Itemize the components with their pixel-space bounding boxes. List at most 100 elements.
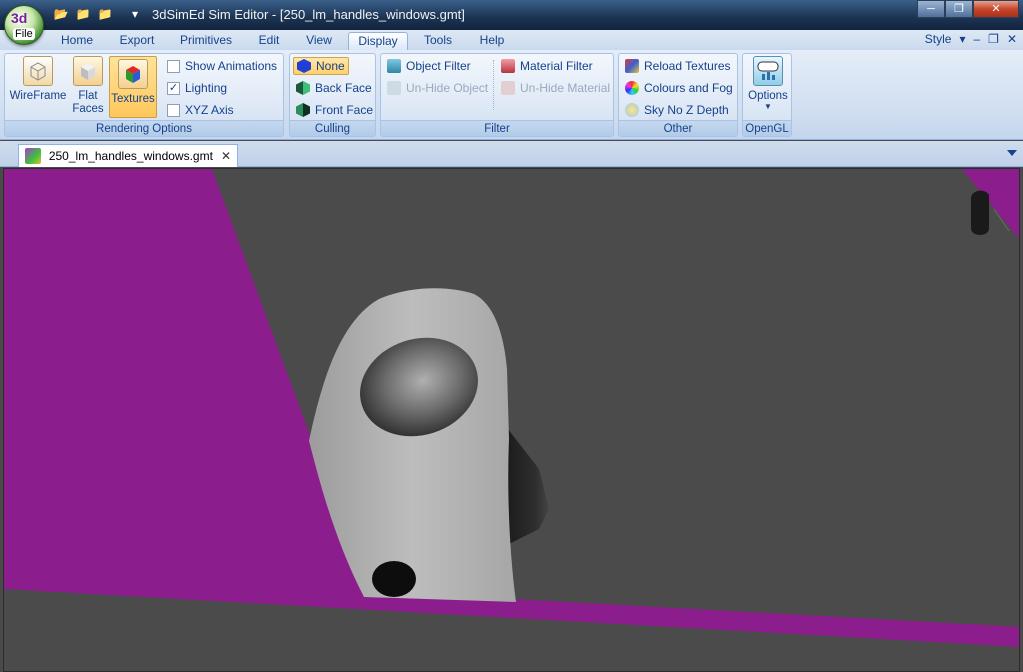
ribbon-restore-icon[interactable]: ❐ bbox=[988, 32, 999, 46]
group-label-culling: Culling bbox=[290, 120, 375, 136]
app-logo-icon: 3d bbox=[11, 10, 28, 26]
handle-hole bbox=[372, 561, 416, 597]
options-dropdown-icon: ▼ bbox=[764, 102, 772, 111]
style-area: Style ▾ – ❐ ✕ bbox=[925, 32, 1017, 46]
lighting-checkbox[interactable]: ✓ Lighting bbox=[167, 79, 227, 97]
tab-list-dropdown-icon[interactable] bbox=[1007, 150, 1017, 156]
tab-export[interactable]: Export bbox=[112, 32, 162, 50]
document-tab[interactable]: 250_lm_handles_windows.gmt ✕ bbox=[18, 144, 238, 167]
flat-cube-icon bbox=[73, 56, 103, 86]
minimize-button[interactable]: ─ bbox=[917, 0, 945, 18]
sky-no-z-depth-label: Sky No Z Depth bbox=[644, 103, 729, 117]
culling-front-face-label: Front Face bbox=[315, 103, 374, 117]
dropdown-arrow-icon[interactable]: ▾ bbox=[126, 6, 144, 22]
app-window: 📂 📁 📁 ▾ 3dSimEd Sim Editor - [250_lm_han… bbox=[0, 0, 1023, 672]
faces-label: Faces bbox=[72, 103, 104, 115]
flat-faces-button[interactable]: Flat Faces bbox=[67, 56, 109, 116]
unhide-object-label: Un-Hide Object bbox=[406, 81, 489, 95]
tab-home[interactable]: Home bbox=[54, 32, 100, 50]
opengl-icon bbox=[753, 56, 783, 86]
tab-display[interactable]: Display bbox=[348, 32, 408, 50]
group-culling: None Back Face Front Face Culling bbox=[289, 53, 376, 137]
maximize-button[interactable]: ❐ bbox=[945, 0, 973, 18]
tab-view[interactable]: View bbox=[300, 32, 338, 50]
reload-textures-label: Reload Textures bbox=[644, 59, 731, 73]
ribbon-close-icon[interactable]: ✕ bbox=[1007, 32, 1017, 46]
textures-button[interactable]: Textures bbox=[109, 56, 157, 118]
distant-knob bbox=[970, 190, 989, 235]
material-filter-label: Material Filter bbox=[520, 59, 593, 73]
style-menu[interactable]: Style bbox=[925, 32, 952, 46]
funnel-red-disabled-icon bbox=[501, 81, 515, 95]
file-button-label: File bbox=[13, 28, 35, 40]
window-controls: ─ ❐ ✕ bbox=[917, 0, 1019, 18]
tab-primitives[interactable]: Primitives bbox=[176, 32, 236, 50]
colours-and-fog-button[interactable]: Colours and Fog bbox=[625, 79, 733, 97]
flat-label: Flat bbox=[78, 90, 98, 102]
color-wheel-icon bbox=[625, 81, 639, 95]
unhide-material-button[interactable]: Un-Hide Material bbox=[501, 79, 610, 97]
xyz-axis-checkbox[interactable]: XYZ Axis bbox=[167, 101, 234, 119]
funnel-red-icon bbox=[501, 59, 515, 73]
checkbox-unchecked-icon bbox=[167, 59, 180, 73]
culling-back-face-label: Back Face bbox=[315, 81, 372, 95]
culling-none-button[interactable]: None bbox=[293, 57, 349, 75]
object-filter-label: Object Filter bbox=[406, 59, 471, 73]
style-dropdown-icon[interactable]: ▾ bbox=[959, 32, 965, 46]
sky-icon bbox=[625, 103, 639, 117]
funnel-disabled-icon bbox=[387, 81, 401, 95]
group-label-filter: Filter bbox=[381, 120, 613, 136]
reload-textures-button[interactable]: Reload Textures bbox=[625, 57, 731, 75]
lighting-label: Lighting bbox=[185, 81, 228, 95]
culling-front-face-button[interactable]: Front Face bbox=[296, 101, 373, 119]
hexagon-green-icon bbox=[296, 81, 310, 95]
close-button[interactable]: ✕ bbox=[973, 0, 1019, 18]
group-filter: Object Filter Un-Hide Object Material Fi… bbox=[380, 53, 614, 137]
file-button[interactable]: 3d File bbox=[4, 5, 44, 45]
folder-green-icon[interactable]: 📁 bbox=[74, 6, 92, 22]
object-filter-button[interactable]: Object Filter bbox=[387, 57, 471, 75]
folder-icon[interactable]: 📁 bbox=[96, 6, 114, 22]
group-label-other: Other bbox=[619, 120, 737, 136]
document-tab-bar: 250_lm_handles_windows.gmt ✕ bbox=[0, 141, 1023, 167]
hexagon-teal-icon bbox=[296, 103, 310, 117]
filter-separator bbox=[493, 60, 494, 110]
sky-no-z-depth-button[interactable]: Sky No Z Depth bbox=[625, 101, 729, 119]
reload-textures-icon bbox=[625, 59, 639, 73]
wireframe-label: WireFrame bbox=[9, 90, 67, 102]
document-tab-label: 250_lm_handles_windows.gmt bbox=[48, 149, 213, 163]
material-filter-button[interactable]: Material Filter bbox=[501, 57, 593, 75]
group-label-opengl: OpenGL bbox=[743, 120, 791, 136]
title-bar: 📂 📁 📁 ▾ 3dSimEd Sim Editor - [250_lm_han… bbox=[0, 0, 1023, 30]
show-animations-label: Show Animations bbox=[185, 59, 278, 73]
textures-label: Textures bbox=[111, 93, 155, 105]
xyz-axis-label: XYZ Axis bbox=[185, 103, 234, 117]
unhide-material-label: Un-Hide Material bbox=[520, 81, 611, 95]
wireframe-button[interactable]: WireFrame bbox=[7, 56, 69, 103]
textured-cube-icon bbox=[118, 59, 148, 89]
hexagon-blue-icon bbox=[297, 59, 311, 73]
close-tab-icon[interactable]: ✕ bbox=[221, 149, 231, 163]
quick-access-toolbar: 📂 📁 📁 ▾ bbox=[52, 6, 144, 24]
culling-back-face-button[interactable]: Back Face bbox=[296, 79, 372, 97]
funnel-icon bbox=[387, 59, 401, 73]
wireframe-cube-icon bbox=[23, 56, 53, 86]
culling-none-label: None bbox=[316, 59, 345, 73]
group-label-rendering: Rendering Options bbox=[5, 120, 283, 136]
ribbon-tab-bar: Home Export Primitives Edit View Display… bbox=[0, 30, 1023, 50]
opengl-options-button[interactable]: Options ▼ bbox=[745, 56, 791, 111]
folder-open-icon[interactable]: 📂 bbox=[52, 6, 70, 22]
checkbox-checked-icon: ✓ bbox=[167, 81, 180, 95]
group-other: Reload Textures Colours and Fog Sky No Z… bbox=[618, 53, 738, 137]
tab-help[interactable]: Help bbox=[474, 32, 510, 50]
ribbon-minimize-icon[interactable]: – bbox=[973, 32, 980, 46]
unhide-object-button[interactable]: Un-Hide Object bbox=[387, 79, 488, 97]
scene-render bbox=[4, 169, 1019, 671]
group-opengl: Options ▼ OpenGL bbox=[742, 53, 792, 137]
3d-viewport[interactable] bbox=[3, 168, 1020, 672]
tab-tools[interactable]: Tools bbox=[418, 32, 458, 50]
ribbon: WireFrame Flat Faces Textures Show Anima… bbox=[0, 50, 1023, 140]
tab-edit[interactable]: Edit bbox=[252, 32, 286, 50]
show-animations-checkbox[interactable]: Show Animations bbox=[167, 57, 277, 75]
checkbox-unchecked-icon bbox=[167, 103, 180, 117]
